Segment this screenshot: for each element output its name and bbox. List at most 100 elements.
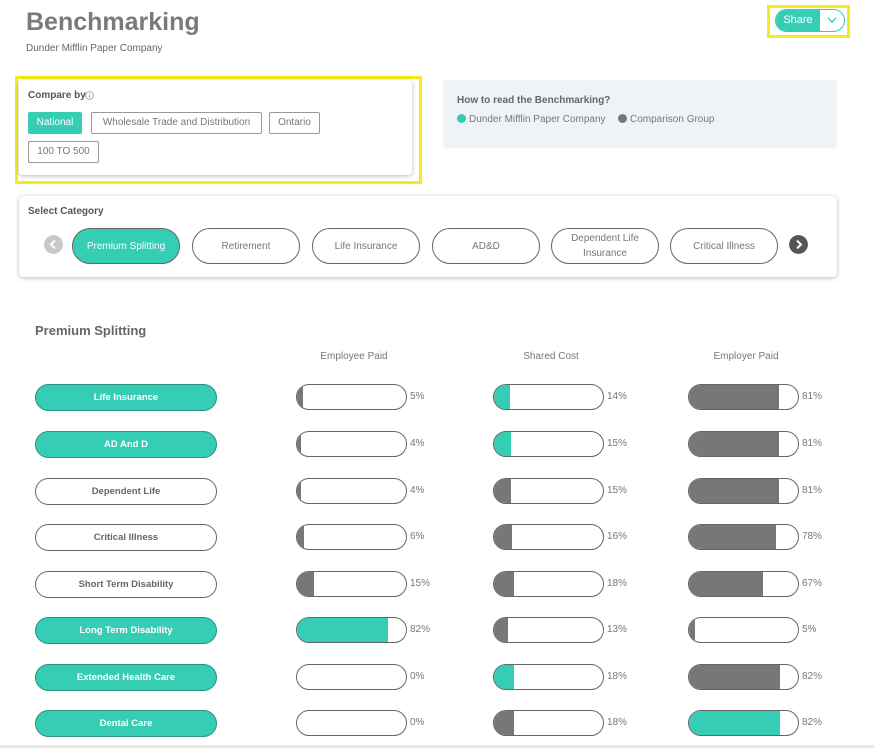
- row-label-pill[interactable]: Dependent Life: [35, 478, 217, 505]
- chevron-down-icon[interactable]: [822, 12, 842, 29]
- page-title: Benchmarking: [26, 8, 200, 36]
- employee-paid-bar: [296, 664, 407, 690]
- employer-paid-fill: [689, 618, 695, 642]
- employer-paid-percent: 82%: [802, 717, 823, 728]
- legend-dot-teal: [457, 114, 466, 123]
- row-label-pill[interactable]: Life Insurance: [35, 384, 217, 411]
- filter-chip-national[interactable]: National: [28, 112, 82, 134]
- select-category-label: Select Category: [28, 206, 104, 217]
- employer-paid-bar: [688, 384, 799, 410]
- shared-cost-fill: [494, 432, 511, 456]
- how-to-read-title: How to read the Benchmarking?: [457, 95, 611, 106]
- company-name: Dunder Mifflin Paper Company: [26, 43, 163, 54]
- shared-cost-bar: [493, 617, 604, 643]
- select-category-card: Select Category Premium Splitting Retire…: [19, 196, 837, 277]
- employer-paid-percent: 81%: [802, 391, 823, 402]
- shared-cost-fill: [494, 665, 514, 689]
- employee-paid-percent: 4%: [410, 438, 425, 449]
- column-header-employer-paid: Employer Paid: [713, 351, 779, 362]
- employer-paid-percent: 82%: [802, 671, 823, 682]
- employee-paid-bar: [296, 524, 407, 550]
- shared-cost-percent: 18%: [607, 717, 628, 728]
- section-title: Premium Splitting: [35, 323, 147, 338]
- info-icon[interactable]: [85, 91, 94, 100]
- filter-chip-size[interactable]: 100 TO 500: [28, 141, 99, 163]
- shared-cost-bar: [493, 664, 604, 690]
- employer-paid-percent: 81%: [802, 485, 823, 496]
- employee-paid-percent: 0%: [410, 717, 425, 728]
- shared-cost-percent: 18%: [607, 671, 628, 682]
- employer-paid-percent: 81%: [802, 438, 823, 449]
- employee-paid-fill: [297, 572, 314, 596]
- column-header-shared-cost: Shared Cost: [523, 351, 579, 362]
- chevron-right-icon[interactable]: [789, 235, 808, 254]
- employer-paid-fill: [689, 711, 780, 735]
- shared-cost-fill: [494, 572, 514, 596]
- employer-paid-percent: 67%: [802, 578, 823, 589]
- legend-label: Dunder Mifflin Paper Company: [469, 114, 606, 125]
- shared-cost-percent: 15%: [607, 438, 628, 449]
- shared-cost-percent: 16%: [607, 531, 628, 542]
- employer-paid-percent: 78%: [802, 531, 823, 542]
- shared-cost-fill: [494, 618, 508, 642]
- employee-paid-bar: [296, 478, 407, 504]
- chevron-left-icon[interactable]: [44, 235, 63, 254]
- employee-paid-fill: [297, 525, 304, 549]
- employee-paid-percent: 15%: [410, 578, 431, 589]
- employee-paid-bar: [296, 384, 407, 410]
- shared-cost-bar: [493, 571, 604, 597]
- share-button[interactable]: Share: [775, 9, 845, 32]
- shared-cost-bar: [493, 431, 604, 457]
- employer-paid-percent: 5%: [802, 624, 817, 635]
- employee-paid-percent: 82%: [410, 624, 431, 635]
- filter-chip-province[interactable]: Ontario: [269, 112, 320, 134]
- employer-paid-bar: [688, 478, 799, 504]
- share-label[interactable]: Share: [776, 10, 820, 31]
- employee-paid-fill: [297, 618, 388, 642]
- employer-paid-fill: [689, 432, 779, 456]
- employer-paid-bar: [688, 524, 799, 550]
- how-to-read-panel: How to read the Benchmarking? Dunder Mif…: [443, 80, 837, 148]
- employee-paid-bar: [296, 710, 407, 736]
- category-pill-dependent-life[interactable]: Dependent Life Insurance: [551, 228, 659, 264]
- legend-dot-gray: [618, 114, 627, 123]
- category-pill-add[interactable]: AD&D: [432, 228, 540, 264]
- column-header-employee-paid: Employee Paid: [320, 351, 388, 362]
- legend-item-comparison: Comparison Group: [618, 114, 714, 125]
- employee-paid-percent: 4%: [410, 485, 425, 496]
- employee-paid-fill: [297, 385, 303, 409]
- employee-paid-percent: 6%: [410, 531, 425, 542]
- shared-cost-fill: [494, 525, 512, 549]
- employer-paid-bar: [688, 431, 799, 457]
- row-label-pill[interactable]: AD And D: [35, 431, 217, 458]
- category-pill-critical-illness[interactable]: Critical Illness: [670, 228, 778, 264]
- shared-cost-bar: [493, 478, 604, 504]
- shared-cost-fill: [494, 479, 511, 503]
- shared-cost-percent: 15%: [607, 485, 628, 496]
- employer-paid-fill: [689, 572, 763, 596]
- row-label-pill[interactable]: Dental Care: [35, 710, 217, 737]
- shared-cost-percent: 18%: [607, 578, 628, 589]
- category-pill-premium-splitting[interactable]: Premium Splitting: [72, 228, 180, 264]
- shared-cost-percent: 13%: [607, 624, 628, 635]
- employee-paid-bar: [296, 571, 407, 597]
- employee-paid-percent: 0%: [410, 671, 425, 682]
- category-pill-retirement[interactable]: Retirement: [192, 228, 300, 264]
- shared-cost-percent: 14%: [607, 391, 628, 402]
- employee-paid-fill: [297, 479, 301, 503]
- row-label-pill[interactable]: Short Term Disability: [35, 571, 217, 598]
- employer-paid-fill: [689, 385, 779, 409]
- filter-chip-industry[interactable]: Wholesale Trade and Distribution: [91, 112, 262, 134]
- employer-paid-bar: [688, 664, 799, 690]
- row-label-pill[interactable]: Critical Illness: [35, 524, 217, 551]
- employee-paid-bar: [296, 431, 407, 457]
- compare-by-card: Compare by National Wholesale Trade and …: [19, 80, 412, 175]
- employer-paid-fill: [689, 479, 779, 503]
- compare-by-label: Compare by: [28, 90, 86, 101]
- shared-cost-fill: [494, 385, 510, 409]
- category-pill-life-insurance[interactable]: Life Insurance: [312, 228, 420, 264]
- row-label-pill[interactable]: Extended Health Care: [35, 664, 217, 691]
- row-label-pill[interactable]: Long Term Disability: [35, 617, 217, 644]
- shared-cost-fill: [494, 711, 514, 735]
- shared-cost-bar: [493, 384, 604, 410]
